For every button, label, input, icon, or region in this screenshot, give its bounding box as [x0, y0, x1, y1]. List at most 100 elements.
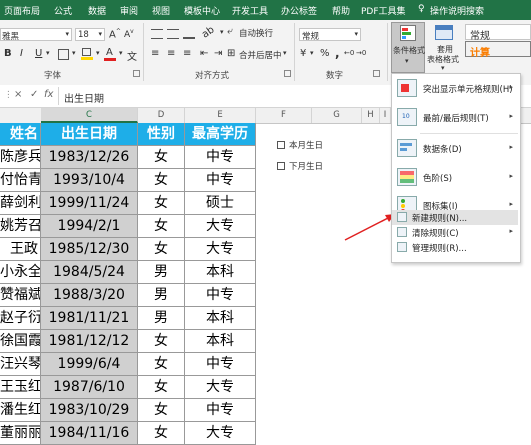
column-header-f[interactable]: F: [256, 108, 312, 123]
cell-birth-date[interactable]: 1984/5/24: [41, 261, 138, 284]
menu-item-manage-rules[interactable]: 管理规则(R)...: [392, 240, 518, 255]
menu-item-new-rule[interactable]: 新建规则(N)...: [392, 210, 518, 225]
cancel-icon[interactable]: ×: [14, 89, 22, 100]
cell-birth-date[interactable]: 1983/12/26: [41, 146, 138, 169]
column-header-g[interactable]: G: [312, 108, 362, 123]
font-name-select[interactable]: 雅黑 ▾: [0, 28, 72, 42]
align-middle-icon[interactable]: [167, 29, 179, 39]
style-normal[interactable]: 常规: [465, 24, 531, 42]
cell-birth-date[interactable]: 1999/11/24: [41, 192, 138, 215]
insert-function-icon[interactable]: fx: [44, 89, 53, 100]
style-calculation[interactable]: 计算: [465, 41, 531, 59]
menu-item-top-bottom-rules[interactable]: 10 最前/最后规则(T) ▸: [392, 103, 518, 132]
cell-gender[interactable]: 女: [138, 192, 185, 215]
increase-font-icon[interactable]: A^: [109, 28, 121, 40]
cell-education[interactable]: 大专: [185, 376, 256, 399]
chevron-down-icon[interactable]: ▾: [310, 49, 314, 57]
cell-education[interactable]: 大专: [185, 422, 256, 445]
cell-name[interactable]: 陈彦兵: [0, 146, 41, 169]
decrease-indent-icon[interactable]: ⇤: [200, 48, 208, 59]
header-education[interactable]: 最高学历: [185, 123, 256, 146]
menu-item-highlight-cells-rules[interactable]: 突出显示单元格规则(H) ▸: [392, 74, 518, 103]
font-color-icon[interactable]: A: [104, 47, 116, 61]
font-launcher-icon[interactable]: [133, 70, 140, 77]
cell-education[interactable]: 大专: [185, 215, 256, 238]
cell-birth-date[interactable]: 1999/6/4: [41, 353, 138, 376]
cell-education[interactable]: 中专: [185, 284, 256, 307]
cell-education[interactable]: 中专: [185, 399, 256, 422]
checkbox-box[interactable]: [277, 141, 285, 149]
cell-birth-date[interactable]: 1988/3/20: [41, 284, 138, 307]
increase-decimal-icon[interactable]: ←0: [344, 49, 354, 57]
tell-me-search[interactable]: 操作说明搜索: [430, 4, 484, 17]
menu-item-data-bars[interactable]: 数据条(D) ▸: [392, 134, 518, 163]
chevron-down-icon[interactable]: ▾: [220, 28, 224, 36]
font-size-select[interactable]: 18 ▾: [75, 28, 105, 41]
tab-office-tabs[interactable]: 办公标签: [281, 4, 317, 17]
checkbox-box[interactable]: [277, 162, 285, 170]
cell-birth-date[interactable]: 1993/10/4: [41, 169, 138, 192]
cell-name[interactable]: 小永全: [0, 261, 41, 284]
number-format-select[interactable]: 常规 ▾: [299, 28, 361, 42]
underline-button[interactable]: U: [35, 48, 42, 59]
cell-gender[interactable]: 女: [138, 238, 185, 261]
cell-name[interactable]: 汪兴琴: [0, 353, 41, 376]
cell-education[interactable]: 中专: [185, 146, 256, 169]
tab-help[interactable]: 帮助: [332, 4, 350, 17]
thousands-separator-button[interactable]: ,: [335, 46, 340, 60]
chevron-down-icon[interactable]: ▾: [119, 49, 123, 57]
cell-name[interactable]: 徐国霞: [0, 330, 41, 353]
align-right-icon[interactable]: ≡: [183, 48, 191, 59]
align-top-icon[interactable]: [151, 29, 163, 39]
cell-name[interactable]: 王玉红: [0, 376, 41, 399]
enter-icon[interactable]: ✓: [30, 89, 38, 100]
chevron-down-icon[interactable]: ▾: [46, 49, 50, 57]
cell-gender[interactable]: 女: [138, 215, 185, 238]
border-icon[interactable]: [58, 49, 69, 60]
cell-education[interactable]: 本科: [185, 307, 256, 330]
tab-template-center[interactable]: 模板中心: [184, 4, 220, 17]
cell-birth-date[interactable]: 1994/2/1: [41, 215, 138, 238]
column-header-h[interactable]: H: [362, 108, 380, 123]
tab-developer[interactable]: 开发工具: [232, 4, 268, 17]
cell-education[interactable]: 中专: [185, 353, 256, 376]
cell-name[interactable]: 赞福斌: [0, 284, 41, 307]
fill-color-icon[interactable]: [81, 48, 93, 60]
phonetic-icon[interactable]: 文: [127, 48, 137, 63]
decrease-decimal-icon[interactable]: →0: [356, 49, 366, 57]
tab-view[interactable]: 视图: [152, 4, 170, 17]
number-launcher-icon[interactable]: [373, 70, 380, 77]
align-center-icon[interactable]: ≡: [167, 48, 175, 59]
tab-data[interactable]: 数据: [88, 4, 106, 17]
cell-name[interactable]: 赵子衍: [0, 307, 41, 330]
cell-name[interactable]: 潘生红: [0, 399, 41, 422]
cell-education[interactable]: 本科: [185, 330, 256, 353]
column-header-e[interactable]: E: [185, 108, 256, 123]
tab-formulas[interactable]: 公式: [54, 4, 72, 17]
format-as-table-button[interactable]: 套用 表格格式 ▾: [427, 22, 461, 73]
cell-education[interactable]: 硕士: [185, 192, 256, 215]
cell-name[interactable]: 董丽丽: [0, 422, 41, 445]
chevron-down-icon[interactable]: ▾: [96, 49, 100, 57]
bold-button[interactable]: B: [4, 48, 12, 59]
cell-name[interactable]: 薛剑利: [0, 192, 41, 215]
cell-name[interactable]: 付怡青: [0, 169, 41, 192]
cell-gender[interactable]: 女: [138, 422, 185, 445]
cell-gender[interactable]: 女: [138, 376, 185, 399]
tab-pdf-tools[interactable]: PDF工具集: [361, 4, 406, 17]
cell-gender[interactable]: 女: [138, 399, 185, 422]
menu-item-color-scales[interactable]: 色阶(S) ▸: [392, 163, 518, 192]
column-header-i[interactable]: I: [380, 108, 391, 123]
cell-gender[interactable]: 女: [138, 169, 185, 192]
checkbox-this-month[interactable]: 本月生日: [277, 139, 347, 151]
align-left-icon[interactable]: ≡: [151, 48, 159, 59]
italic-button[interactable]: I: [20, 48, 23, 59]
wrap-text-button[interactable]: ⤶ 自动换行: [227, 25, 287, 39]
checkbox-next-month[interactable]: 下月生日: [277, 160, 347, 172]
currency-icon[interactable]: ¥: [300, 48, 306, 59]
decrease-font-icon[interactable]: Av: [124, 28, 134, 40]
formula-input[interactable]: 出生日期: [64, 90, 104, 105]
header-birth-date[interactable]: 出生日期: [41, 123, 138, 146]
cell-gender[interactable]: 女: [138, 146, 185, 169]
cell-birth-date[interactable]: 1983/10/29: [41, 399, 138, 422]
